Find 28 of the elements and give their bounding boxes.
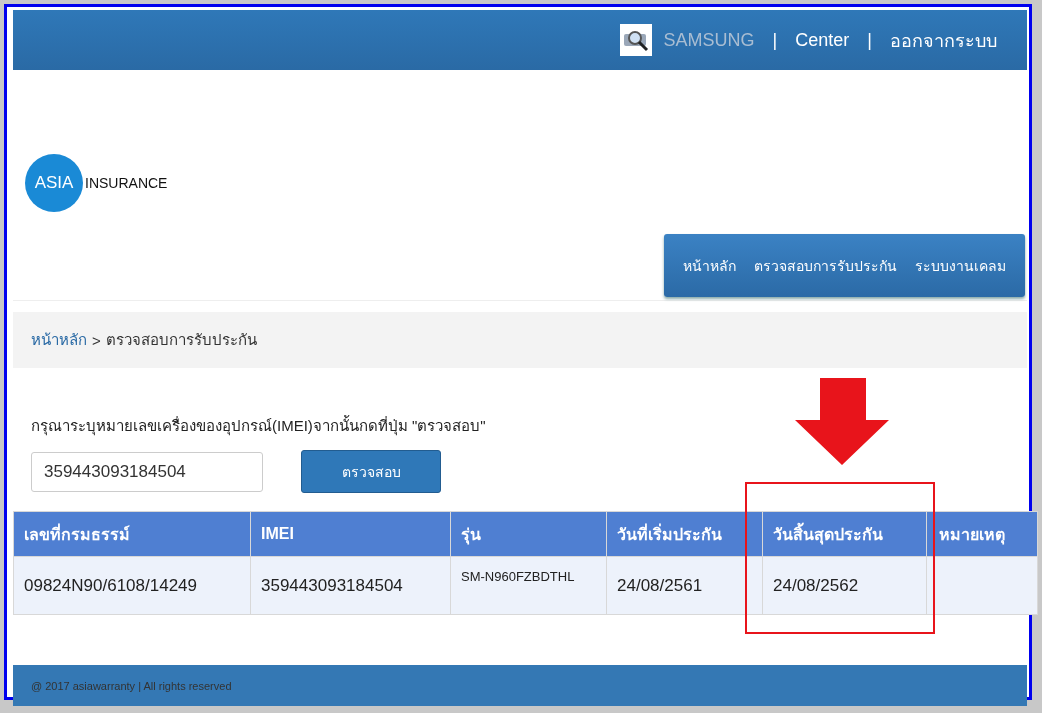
nav-item[interactable]: ตรวจสอบการรับประกัน <box>745 254 906 277</box>
logo-mark: ASIA <box>25 154 83 212</box>
breadcrumb-current: ตรวจสอบการรับประกัน <box>105 330 257 350</box>
user-name: SAMSUNG <box>663 29 755 51</box>
nav-item[interactable]: หน้าหลัก <box>674 254 745 277</box>
table-cell: 24/08/2561 <box>606 556 763 615</box>
breadcrumb-link[interactable]: หน้าหลัก <box>31 328 87 352</box>
check-button[interactable]: ตรวจสอบ <box>301 450 441 493</box>
table-cell: 24/08/2562 <box>762 556 927 615</box>
column-header: รุ่น <box>450 511 607 557</box>
table-cell: SM-N960FZBDTHL <box>450 556 607 615</box>
footer-text: @ 2017 asiawarranty | All rights reserved <box>31 679 232 692</box>
header-link[interactable]: Center <box>795 29 850 51</box>
header-link[interactable]: ออกจากระบบ <box>890 25 997 55</box>
column-header: วันสิ้นสุดประกัน <box>762 511 927 557</box>
imei-input-field[interactable]: 359443093184504 <box>31 451 263 492</box>
column-header: วันที่เริ่มประกัน <box>606 511 763 557</box>
breadcrumb-separator: > <box>92 331 101 349</box>
column-header: IMEI <box>250 511 451 557</box>
column-header: หมายเหตุ <box>926 511 1038 557</box>
header-separator: | <box>772 29 778 51</box>
instruction-text: กรุณาระบุหมายเลขเครื่องของอุปกรณ์(IMEI)จากนั้นกดที่ปุ่ม "ตรวจสอบ" <box>31 414 487 438</box>
table-cell: 09824N90/6108/14249 <box>13 556 251 615</box>
nav-item[interactable]: ระบบงานเคลม <box>906 254 1015 277</box>
table-cell: 359443093184504 <box>250 556 451 615</box>
column-header: เลขที่กรมธรรม์ <box>13 511 251 557</box>
logo-wordmark: INSURANCE <box>85 175 168 191</box>
header-separator: | <box>867 29 872 51</box>
